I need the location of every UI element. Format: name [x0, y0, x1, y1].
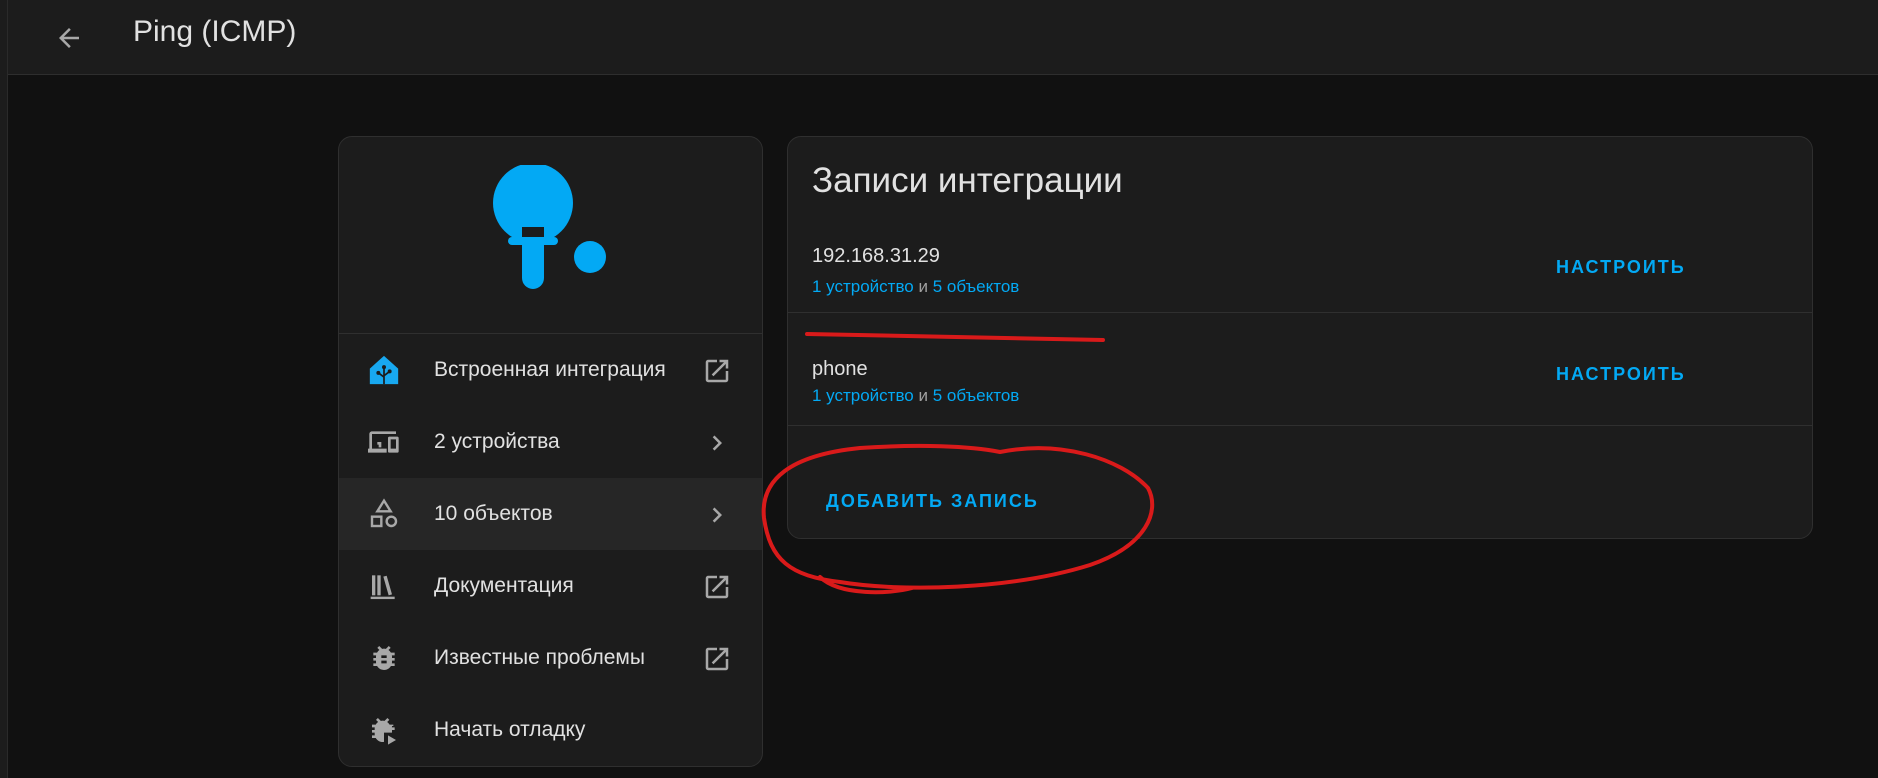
- entries-card-title: Записи интеграции: [812, 161, 1123, 200]
- bookshelf-icon: [366, 568, 402, 604]
- bug-play-icon: [366, 712, 402, 748]
- config-entry-summary: 1 устройство и 5 объектов: [812, 277, 1019, 297]
- open-in-new-icon: [702, 572, 732, 602]
- ping-pong-paddle-icon: [492, 165, 606, 289]
- open-in-new-icon: [702, 356, 732, 386]
- back-button[interactable]: [45, 14, 93, 62]
- menu-item-label: 10 объектов: [434, 502, 553, 525]
- home-assistant-icon: [366, 352, 402, 388]
- sidebar-edge: [0, 0, 8, 778]
- config-entry-name: phone: [812, 358, 868, 380]
- page-title: Ping (ICMP): [133, 15, 297, 48]
- arrow-left-icon: [59, 28, 79, 48]
- devices-icon: [366, 424, 402, 460]
- chevron-right-icon: [702, 428, 732, 458]
- menu-item-start-debug[interactable]: Начать отладку: [339, 694, 762, 766]
- open-in-new-icon: [702, 644, 732, 674]
- bug-icon: [366, 640, 402, 676]
- menu-item-devices[interactable]: 2 устройства: [339, 406, 762, 478]
- top-app-bar: Ping (ICMP): [8, 0, 1878, 75]
- configure-button[interactable]: НАСТРОИТЬ: [1548, 356, 1694, 392]
- integration-entries-card: Записи интеграции 192.168.31.29 1 устрой…: [787, 136, 1813, 539]
- config-entry-summary: 1 устройство и 5 объектов: [812, 386, 1019, 406]
- configure-button[interactable]: НАСТРОИТЬ: [1548, 249, 1694, 285]
- add-entry-button[interactable]: ДОБАВИТЬ ЗАПИСЬ: [814, 481, 1051, 521]
- menu-item-label: 2 устройства: [434, 430, 560, 453]
- entry-entities-link[interactable]: 5 объектов: [933, 386, 1020, 405]
- menu-item-entities[interactable]: 10 объектов: [339, 478, 762, 550]
- entry-devices-link[interactable]: 1 устройство: [812, 386, 914, 405]
- integration-info-card: Встроенная интеграция 2 устройства 10 об…: [338, 136, 763, 767]
- menu-item-known-issues[interactable]: Известные проблемы: [339, 622, 762, 694]
- entry-entities-link[interactable]: 5 объектов: [933, 277, 1020, 296]
- menu-item-label: Документация: [434, 574, 574, 597]
- menu-item-built-in-integration[interactable]: Встроенная интеграция: [339, 334, 762, 406]
- shapes-icon: [366, 496, 402, 532]
- menu-item-label: Встроенная интеграция: [434, 358, 666, 381]
- entry-conjunction: и: [918, 277, 929, 296]
- config-entry: phone 1 устройство и 5 объектов НАСТРОИТ…: [788, 320, 1812, 426]
- chevron-right-icon: [702, 500, 732, 530]
- menu-item-label: Начать отладку: [434, 718, 586, 741]
- config-entry: 192.168.31.29 1 устройство и 5 объектов …: [788, 207, 1812, 313]
- entry-devices-link[interactable]: 1 устройство: [812, 277, 914, 296]
- app-root: Ping (ICMP) Встроенная интеграция 2 устр…: [0, 0, 1878, 778]
- menu-item-label: Известные проблемы: [434, 646, 645, 669]
- integration-logo: [339, 137, 762, 334]
- config-entry-name: 192.168.31.29: [812, 245, 940, 267]
- entry-conjunction: и: [918, 386, 929, 405]
- menu-item-documentation[interactable]: Документация: [339, 550, 762, 622]
